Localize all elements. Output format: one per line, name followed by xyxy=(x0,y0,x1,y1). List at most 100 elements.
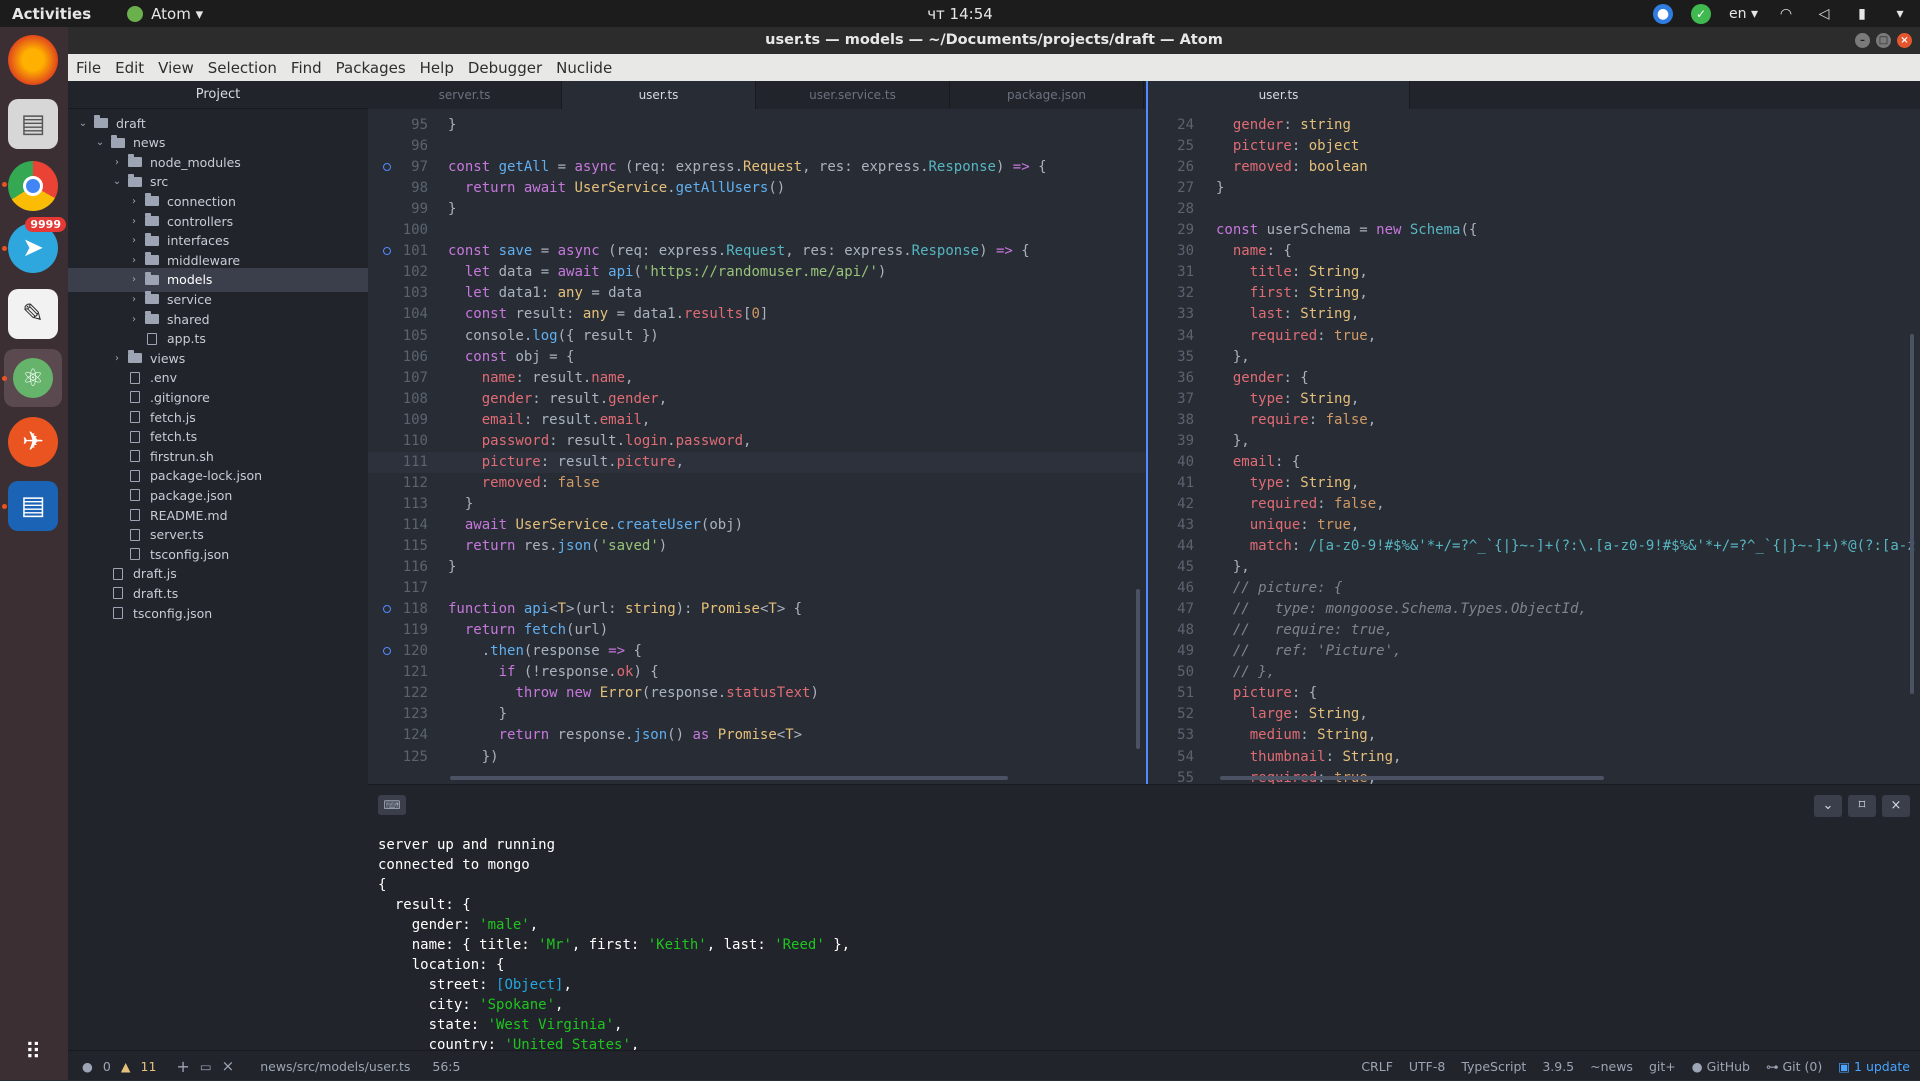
menu-debugger[interactable]: Debugger xyxy=(466,59,544,77)
menu-find[interactable]: Find xyxy=(289,59,324,77)
chevron-right-icon[interactable]: › xyxy=(110,157,124,168)
update-button[interactable]: ▣ 1 update xyxy=(1838,1059,1910,1074)
line-number[interactable]: 95 xyxy=(368,115,428,136)
line-number[interactable]: 112 xyxy=(368,473,428,494)
line-number[interactable]: 113 xyxy=(368,494,428,515)
vertical-scrollbar[interactable] xyxy=(1136,589,1140,749)
line-number[interactable]: 111 xyxy=(368,452,428,473)
telegram-icon[interactable]: ➤ 9999 xyxy=(8,217,66,273)
line-number[interactable]: 108 xyxy=(368,389,428,410)
line-number[interactable]: 121 xyxy=(368,662,428,683)
terminal-tab[interactable]: ⌨ xyxy=(378,795,406,815)
activities-button[interactable]: Activities xyxy=(12,5,91,23)
chevron-right-icon[interactable]: › xyxy=(127,196,141,207)
tree-file[interactable]: tsconfig.json xyxy=(68,601,368,625)
line-number[interactable]: 38 xyxy=(1148,410,1194,431)
chevron-down-icon[interactable]: ⌄ xyxy=(110,176,124,187)
line-number[interactable]: 37 xyxy=(1148,389,1194,410)
line-number[interactable]: 51 xyxy=(1148,683,1194,704)
chevron-down-icon[interactable]: ⌄ xyxy=(76,118,90,129)
horizontal-scrollbar[interactable] xyxy=(1220,776,1604,780)
line-number[interactable]: 49 xyxy=(1148,641,1194,662)
maximize-icon[interactable]: □ xyxy=(1876,33,1891,48)
line-number[interactable]: 101 xyxy=(368,241,428,262)
menu-view[interactable]: View xyxy=(156,59,196,77)
line-number[interactable]: 122 xyxy=(368,683,428,704)
line-number[interactable]: 54 xyxy=(1148,747,1194,768)
line-number[interactable]: 105 xyxy=(368,326,428,347)
menu-help[interactable]: Help xyxy=(418,59,456,77)
line-number[interactable]: 117 xyxy=(368,578,428,599)
line-number[interactable]: 98 xyxy=(368,178,428,199)
line-number[interactable]: 125 xyxy=(368,747,428,768)
line-number[interactable]: 107 xyxy=(368,368,428,389)
add-icon[interactable]: + xyxy=(176,1057,189,1076)
chevron-down-icon[interactable]: ⌄ xyxy=(1814,795,1842,817)
line-number[interactable]: 36 xyxy=(1148,368,1194,389)
git-button[interactable]: ⊶ Git (0) xyxy=(1766,1059,1822,1074)
wifi-icon[interactable]: ◠ xyxy=(1776,4,1796,24)
line-number[interactable]: 35 xyxy=(1148,347,1194,368)
ts-version[interactable]: 3.9.5 xyxy=(1542,1059,1574,1074)
chevron-down-icon[interactable]: ▾ xyxy=(1890,4,1910,24)
chevron-right-icon[interactable]: › xyxy=(127,314,141,325)
menu-file[interactable]: File xyxy=(74,59,103,77)
line-number[interactable]: 40 xyxy=(1148,452,1194,473)
line-number[interactable]: 115 xyxy=(368,536,428,557)
battery-icon[interactable]: ▮ xyxy=(1852,4,1872,24)
project-title[interactable]: Project xyxy=(68,81,368,109)
line-number[interactable]: 39 xyxy=(1148,431,1194,452)
line-number[interactable]: 123 xyxy=(368,704,428,725)
text-editor-icon[interactable]: ✎ xyxy=(8,289,58,339)
line-number[interactable]: 47 xyxy=(1148,599,1194,620)
postman-icon[interactable]: ✈ xyxy=(8,417,58,467)
line-number[interactable]: 27 xyxy=(1148,178,1194,199)
file-path[interactable]: news/src/models/user.ts xyxy=(260,1059,410,1074)
menu-nuclide[interactable]: Nuclide xyxy=(554,59,614,77)
line-number[interactable]: 24 xyxy=(1148,115,1194,136)
maximize-panel-icon[interactable]: ⌑ xyxy=(1848,795,1876,817)
minimize-icon[interactable]: – xyxy=(1855,33,1870,48)
line-number[interactable]: 52 xyxy=(1148,704,1194,725)
line-number[interactable]: 25 xyxy=(1148,136,1194,157)
line-number[interactable]: 34 xyxy=(1148,326,1194,347)
line-number[interactable]: 31 xyxy=(1148,262,1194,283)
chevron-right-icon[interactable]: › xyxy=(127,274,141,285)
files-icon[interactable]: ▤ xyxy=(8,99,58,149)
line-number[interactable]: 45 xyxy=(1148,557,1194,578)
cursor-position[interactable]: 56:5 xyxy=(432,1059,460,1074)
tab-user-service-ts[interactable]: user.service.ts xyxy=(756,81,950,109)
line-number[interactable]: 55 xyxy=(1148,768,1194,784)
vertical-scrollbar[interactable] xyxy=(1910,334,1914,694)
clock[interactable]: чт 14:54 xyxy=(0,5,1920,23)
line-number[interactable]: 103 xyxy=(368,283,428,304)
git-plus[interactable]: git+ xyxy=(1649,1059,1676,1074)
github-button[interactable]: ● GitHub xyxy=(1692,1059,1750,1074)
notifier-icon[interactable]: ● xyxy=(1653,3,1674,24)
line-number[interactable]: 26 xyxy=(1148,157,1194,178)
line-number[interactable]: 99 xyxy=(368,199,428,220)
chevron-right-icon[interactable]: › xyxy=(127,216,141,227)
line-number[interactable]: 96 xyxy=(368,136,428,157)
writer-icon[interactable]: ▤ xyxy=(8,481,58,531)
menu-edit[interactable]: Edit xyxy=(113,59,146,77)
line-number[interactable]: 116 xyxy=(368,557,428,578)
chevron-right-icon[interactable]: › xyxy=(127,235,141,246)
show-apps-icon[interactable]: ⠿ xyxy=(8,1027,58,1077)
line-number[interactable]: 28 xyxy=(1148,199,1194,220)
warning-icon[interactable]: ▲ xyxy=(121,1059,131,1074)
left-editor[interactable]: 95} 96 97 const getAll = async (req: expres… xyxy=(368,109,1146,784)
line-number[interactable]: 33 xyxy=(1148,304,1194,325)
line-ending[interactable]: CRLF xyxy=(1361,1059,1393,1074)
line-number[interactable]: 46 xyxy=(1148,578,1194,599)
project-name[interactable]: ~news xyxy=(1590,1059,1633,1074)
line-number[interactable]: 53 xyxy=(1148,725,1194,746)
line-number[interactable]: 106 xyxy=(368,347,428,368)
menu-packages[interactable]: Packages xyxy=(334,59,408,77)
terminal-output[interactable]: server up and running connected to mongo {… xyxy=(378,835,850,1055)
line-number[interactable]: 109 xyxy=(368,410,428,431)
line-number[interactable]: 32 xyxy=(1148,283,1194,304)
warning-count[interactable]: 11 xyxy=(141,1059,157,1074)
error-icon[interactable]: ● xyxy=(82,1059,93,1074)
line-number[interactable]: 50 xyxy=(1148,662,1194,683)
